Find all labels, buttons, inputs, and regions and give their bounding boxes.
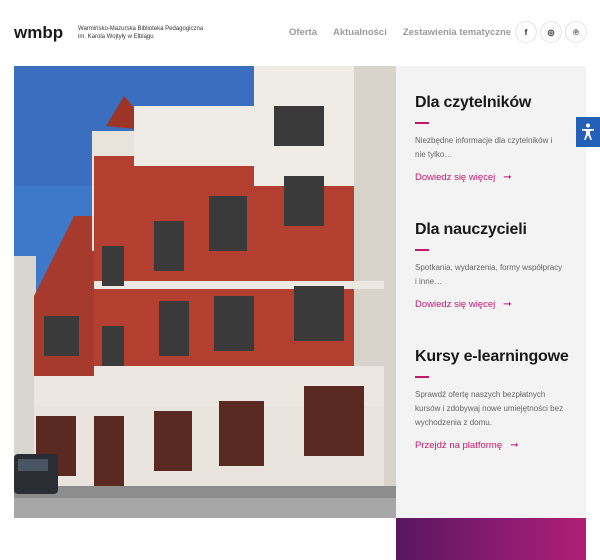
logo-line-1: Warmińsko-Mazurska Biblioteka Pedagogicz… xyxy=(78,26,204,32)
logo-text: Warmińsko-Mazurska Biblioteka Pedagogicz… xyxy=(78,25,208,41)
logo-mark-text: wmbp xyxy=(14,23,63,42)
hero-building-image xyxy=(14,66,396,518)
pinterest-glyph: ℗ xyxy=(573,27,579,37)
card-readers-accent xyxy=(415,122,429,124)
card-elearning-link-label: Przejdź na platformę xyxy=(415,440,503,451)
arrow-right-icon: ➞ xyxy=(503,299,512,310)
building-illustration xyxy=(14,66,396,518)
arrow-right-icon: ➞ xyxy=(510,440,519,451)
logo-line-2: im. Karola Wojtyły w Elblągu xyxy=(78,34,154,40)
card-readers-title: Dla czytelników xyxy=(415,94,532,111)
facebook-glyph: f xyxy=(524,27,528,37)
card-readers-link-label: Dowiedz się więcej xyxy=(415,172,496,183)
card-elearning-desc: Sprawdź ofertę naszych bezpłatnych kursó… xyxy=(415,390,564,427)
facebook-icon[interactable]: f xyxy=(515,21,537,43)
card-readers: Dla czytelników Niezbędne informacje dla… xyxy=(415,94,575,185)
card-teachers-link[interactable]: Dowiedz się więcej ➞ xyxy=(415,299,512,310)
card-teachers-link-label: Dowiedz się więcej xyxy=(415,299,496,310)
main-nav: Oferta Aktualności Zestawienia tematyczn… xyxy=(289,27,553,39)
arrow-right-icon: ➞ xyxy=(503,172,512,183)
card-teachers-title: Dla nauczycieli xyxy=(415,221,527,238)
pinterest-icon[interactable]: ℗ xyxy=(565,21,587,43)
card-teachers-desc: Spotkania, wydarzenia, formy współpracy … xyxy=(415,263,563,286)
bottom-section-gradient xyxy=(396,518,586,560)
card-teachers-accent xyxy=(415,249,429,251)
nav-item-aktualnosci[interactable]: Aktualności xyxy=(333,27,387,38)
site-logo[interactable]: wmbp Warmińsko-Mazurska Biblioteka Pedag… xyxy=(14,22,208,44)
bottom-section-left xyxy=(14,518,396,560)
card-readers-desc: Niezbędne informacje dla czytelników i n… xyxy=(415,136,553,159)
accessibility-button[interactable] xyxy=(576,117,600,147)
card-elearning-accent xyxy=(415,376,429,378)
feature-panel: Dla czytelników Niezbędne informacje dla… xyxy=(396,66,586,518)
card-teachers: Dla nauczycieli Spotkania, wydarzenia, f… xyxy=(415,221,575,312)
card-elearning-title: Kursy e-learningowe xyxy=(415,348,569,365)
nav-item-zestawienia[interactable]: Zestawienia tematyczne xyxy=(403,27,511,38)
nav-item-oferta[interactable]: Oferta xyxy=(289,27,317,38)
card-elearning: Kursy e-learningowe Sprawdź ofertę naszy… xyxy=(415,348,575,453)
instagram-glyph: ◎ xyxy=(547,27,555,37)
site-header: wmbp Warmińsko-Mazurska Biblioteka Pedag… xyxy=(0,0,600,66)
card-readers-link[interactable]: Dowiedz się więcej ➞ xyxy=(415,172,512,183)
logo-mark-icon: wmbp xyxy=(14,23,63,42)
card-elearning-link[interactable]: Przejdź na platformę ➞ xyxy=(415,440,519,451)
instagram-icon[interactable]: ◎ xyxy=(540,21,562,43)
accessibility-icon xyxy=(582,123,594,140)
